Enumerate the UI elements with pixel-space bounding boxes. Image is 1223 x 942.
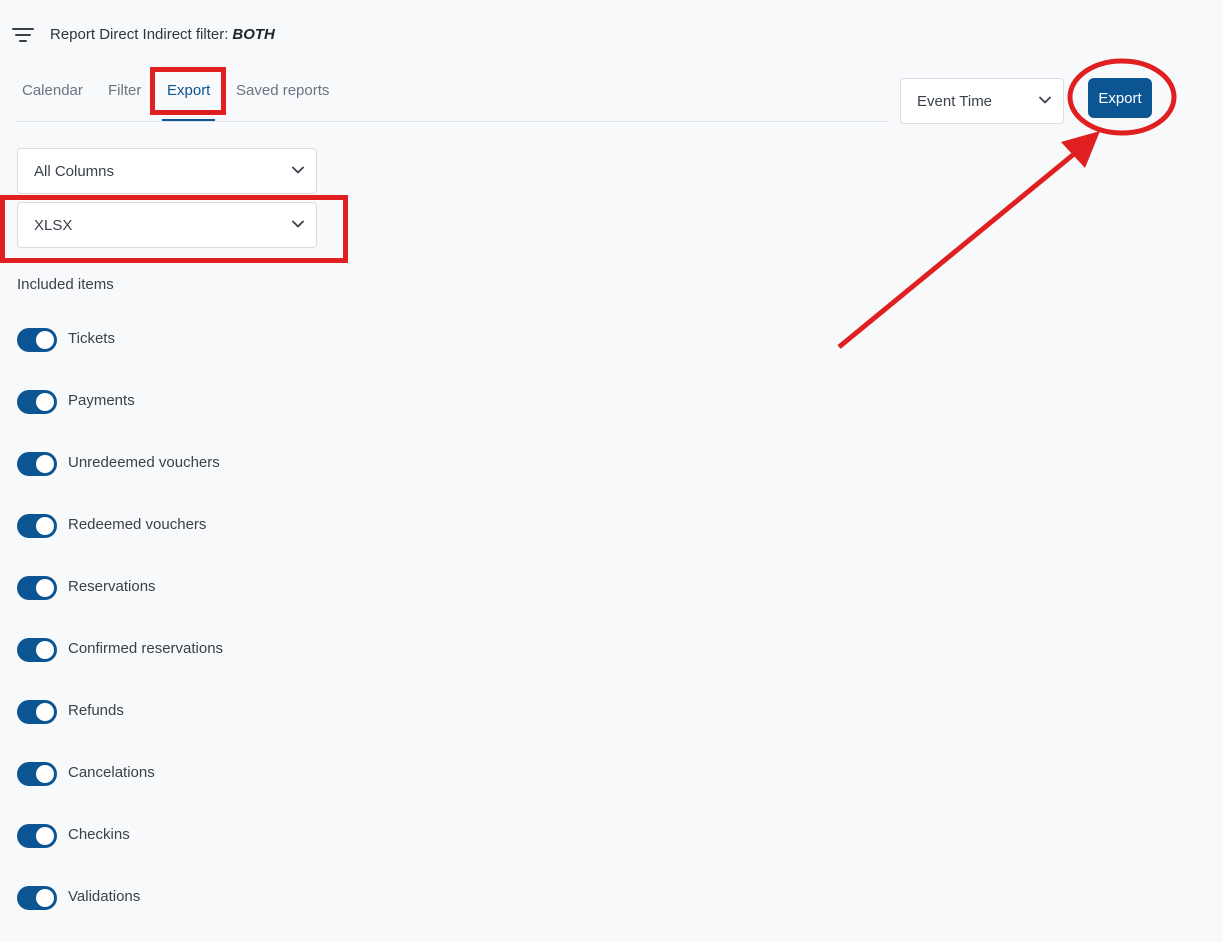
toggle-knob [36,703,54,721]
toggle-label: Redeemed vouchers [68,515,207,533]
toggle-label: Checkins [68,825,130,843]
toggle-switch-payments[interactable] [17,390,57,414]
toggle-row-confirmed-reservations: Confirmed reservations [17,638,223,662]
toggle-knob [36,765,54,783]
toggle-switch-cancelations[interactable] [17,762,57,786]
report-export-page: Report Direct Indirect filter: BOTH Cale… [0,0,1223,942]
toggle-knob [36,331,54,349]
report-tabs: Calendar Filter Export Saved reports [16,68,889,122]
toggle-knob [36,455,54,473]
toggle-row-reservations: Reservations [17,576,156,600]
toggle-knob [36,641,54,659]
time-basis-value: Event Time [917,92,993,110]
chevron-down-icon [292,166,304,176]
tab-saved-reports[interactable]: Saved reports [230,82,335,107]
toggle-switch-validations[interactable] [17,886,57,910]
toggle-label: Tickets [68,329,115,347]
toggle-knob [36,517,54,535]
columns-select-value: All Columns [34,162,115,180]
toggle-label: Payments [68,391,135,409]
toggle-label: Cancelations [68,763,155,781]
annotation-arrow-shaft [837,152,1076,349]
annotation-box-format-select [0,195,348,263]
filter-lines-icon[interactable] [12,25,34,43]
tab-calendar[interactable]: Calendar [16,82,89,107]
toggle-knob [36,889,54,907]
toggle-switch-refunds[interactable] [17,700,57,724]
toggle-label: Validations [68,887,141,905]
toggle-row-validations: Validations [17,886,140,910]
active-tab-indicator [162,119,215,121]
toggle-row-unredeemed-vouchers: Unredeemed vouchers [17,452,220,476]
toggle-knob [36,393,54,411]
toggle-switch-tickets[interactable] [17,328,57,352]
toggle-switch-confirmed-reservations[interactable] [17,638,57,662]
toggle-knob [36,827,54,845]
time-basis-select[interactable]: Event Time [900,78,1064,124]
chevron-down-icon [1039,96,1051,106]
annotation-box-export-tab [150,67,226,115]
toggle-label: Reservations [68,577,156,595]
toggle-label: Refunds [68,701,124,719]
columns-select[interactable]: All Columns [17,148,317,194]
toggle-switch-checkins[interactable] [17,824,57,848]
toggle-knob [36,579,54,597]
toggle-row-tickets: Tickets [17,328,115,352]
report-filter-title: Report Direct Indirect filter: [50,25,229,43]
toggle-label: Confirmed reservations [68,639,224,657]
toggle-row-refunds: Refunds [17,700,124,724]
annotation-arrow-head [1061,131,1100,168]
toggle-switch-unredeemed-vouchers[interactable] [17,452,57,476]
report-filter-value: BOTH [232,25,275,43]
toggle-switch-redeemed-vouchers[interactable] [17,514,57,538]
toggle-switch-reservations[interactable] [17,576,57,600]
toggle-row-checkins: Checkins [17,824,130,848]
report-header: Report Direct Indirect filter: BOTH [12,24,275,44]
tab-filter[interactable]: Filter [102,82,147,107]
toggle-row-cancelations: Cancelations [17,762,155,786]
included-items-label: Included items [17,276,114,293]
toggle-row-payments: Payments [17,390,135,414]
toggle-label: Unredeemed vouchers [68,453,220,471]
toggle-row-redeemed-vouchers: Redeemed vouchers [17,514,206,538]
export-button[interactable]: Export [1088,78,1152,118]
